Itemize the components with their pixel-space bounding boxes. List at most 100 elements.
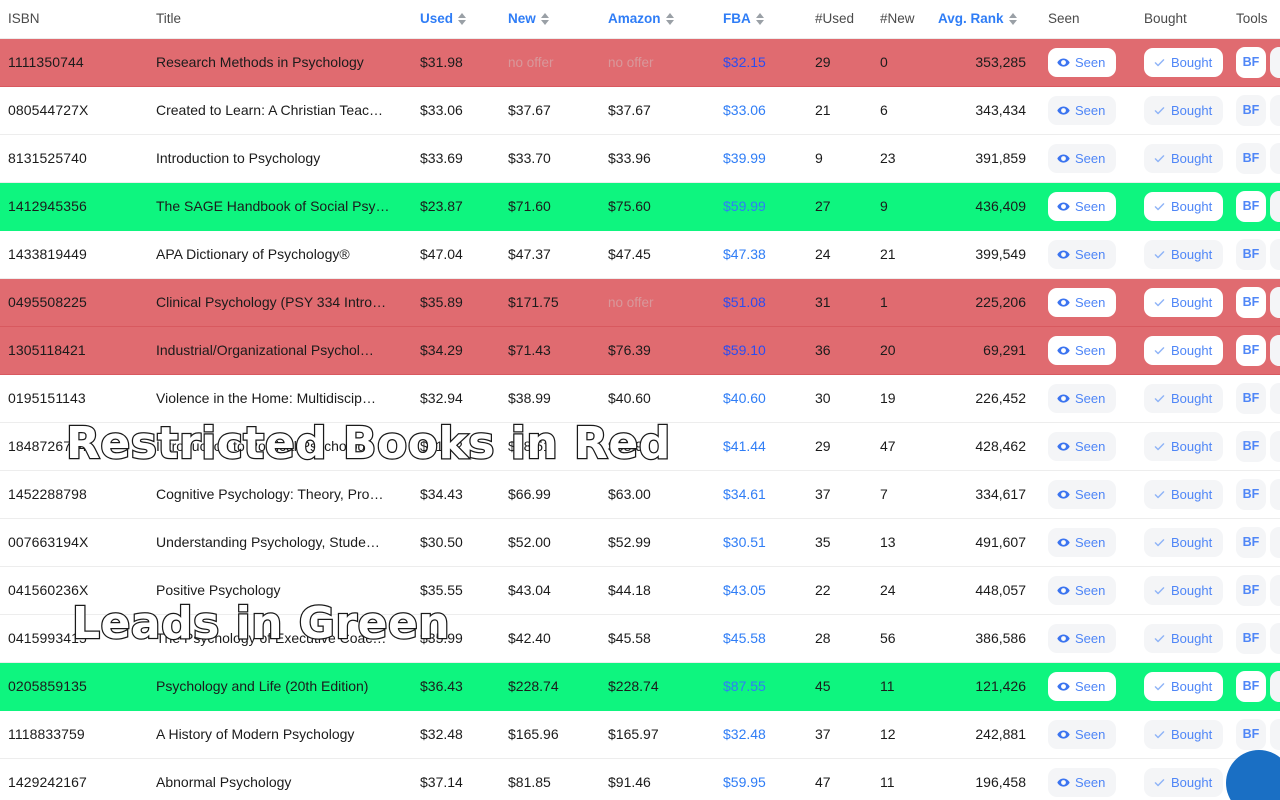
sort-caret-icon[interactable] bbox=[665, 12, 674, 25]
cell-bought[interactable]: Bought bbox=[1144, 470, 1236, 519]
more-tools-button[interactable] bbox=[1270, 526, 1280, 558]
cell-bought[interactable]: Bought bbox=[1144, 710, 1236, 759]
bought-button[interactable]: Bought bbox=[1144, 767, 1224, 797]
cell-tools[interactable]: BF bbox=[1236, 230, 1280, 279]
bought-button[interactable]: Bought bbox=[1144, 623, 1224, 653]
more-tools-button[interactable] bbox=[1270, 286, 1280, 318]
bookfinder-button[interactable]: BF bbox=[1236, 670, 1266, 702]
cell-tools[interactable]: BF bbox=[1236, 422, 1280, 471]
bookfinder-button[interactable]: BF bbox=[1236, 334, 1266, 366]
table-row[interactable]: 0495508225 Clinical Psychology (PSY 334 I… bbox=[0, 278, 1280, 327]
bought-button[interactable]: Bought bbox=[1144, 47, 1224, 77]
bookfinder-button[interactable]: BF bbox=[1236, 94, 1266, 126]
cell-seen[interactable]: Seen bbox=[1048, 566, 1144, 615]
bought-button[interactable]: Bought bbox=[1144, 575, 1224, 605]
bought-button[interactable]: Bought bbox=[1144, 671, 1224, 701]
table-row[interactable]: 1452288798 Cognitive Psychology: Theory, … bbox=[0, 470, 1280, 519]
seen-button[interactable]: Seen bbox=[1048, 671, 1117, 701]
bought-button[interactable]: Bought bbox=[1144, 239, 1224, 269]
bought-button[interactable]: Bought bbox=[1144, 527, 1224, 557]
bought-button[interactable]: Bought bbox=[1144, 431, 1224, 461]
more-tools-button[interactable] bbox=[1270, 46, 1280, 78]
seen-button[interactable]: Seen bbox=[1048, 239, 1117, 269]
table-row[interactable]: 1429242167 Abnormal Psychology $37.14 $81.8… bbox=[0, 758, 1280, 800]
cell-seen[interactable]: Seen bbox=[1048, 470, 1144, 519]
cell-seen[interactable]: Seen bbox=[1048, 278, 1144, 327]
cell-seen[interactable]: Seen bbox=[1048, 374, 1144, 423]
cell-tools[interactable]: BF bbox=[1236, 86, 1280, 135]
cell-seen[interactable]: Seen bbox=[1048, 614, 1144, 663]
cell-tools[interactable]: BF bbox=[1236, 614, 1280, 663]
cell-bought[interactable]: Bought bbox=[1144, 374, 1236, 423]
column-header-amazon[interactable]: Amazon bbox=[608, 0, 723, 39]
table-row[interactable]: 080544727X Created to Learn: A Christian … bbox=[0, 86, 1280, 135]
bookfinder-button[interactable]: BF bbox=[1236, 142, 1266, 174]
cell-seen[interactable]: Seen bbox=[1048, 38, 1144, 87]
seen-button[interactable]: Seen bbox=[1048, 95, 1117, 125]
cell-bought[interactable]: Bought bbox=[1144, 278, 1236, 327]
bookfinder-button[interactable]: BF bbox=[1236, 382, 1266, 414]
bookfinder-button[interactable]: BF bbox=[1236, 46, 1266, 78]
cell-seen[interactable]: Seen bbox=[1048, 518, 1144, 567]
seen-button[interactable]: Seen bbox=[1048, 767, 1117, 797]
seen-button[interactable]: Seen bbox=[1048, 47, 1117, 77]
cell-seen[interactable]: Seen bbox=[1048, 230, 1144, 279]
more-tools-button[interactable] bbox=[1270, 142, 1280, 174]
table-row[interactable]: 1111350744 Research Methods in Psychology… bbox=[0, 38, 1280, 87]
cell-bought[interactable]: Bought bbox=[1144, 134, 1236, 183]
column-header-fba[interactable]: FBA bbox=[723, 0, 815, 39]
cell-seen[interactable]: Seen bbox=[1048, 86, 1144, 135]
cell-seen[interactable]: Seen bbox=[1048, 662, 1144, 711]
more-tools-button[interactable] bbox=[1270, 430, 1280, 462]
more-tools-button[interactable] bbox=[1270, 334, 1280, 366]
more-tools-button[interactable] bbox=[1270, 478, 1280, 510]
more-tools-button[interactable] bbox=[1270, 622, 1280, 654]
table-row[interactable]: 0415993415 The Psychology of Executive Co… bbox=[0, 614, 1280, 663]
seen-button[interactable]: Seen bbox=[1048, 527, 1117, 557]
cell-bought[interactable]: Bought bbox=[1144, 86, 1236, 135]
bookfinder-button[interactable]: BF bbox=[1236, 526, 1266, 558]
bookfinder-button[interactable]: BF bbox=[1236, 430, 1266, 462]
sort-caret-icon[interactable] bbox=[540, 12, 549, 25]
bookfinder-button[interactable]: BF bbox=[1236, 622, 1266, 654]
table-row[interactable]: 1433819449 APA Dictionary of Psychology® $… bbox=[0, 230, 1280, 279]
bought-button[interactable]: Bought bbox=[1144, 143, 1224, 173]
bought-button[interactable]: Bought bbox=[1144, 479, 1224, 509]
seen-button[interactable]: Seen bbox=[1048, 335, 1117, 365]
bought-button[interactable]: Bought bbox=[1144, 95, 1224, 125]
bought-button[interactable]: Bought bbox=[1144, 191, 1224, 221]
cell-bought[interactable]: Bought bbox=[1144, 422, 1236, 471]
column-header-new[interactable]: New bbox=[508, 0, 608, 39]
cell-tools[interactable]: BF bbox=[1236, 182, 1280, 231]
cell-bought[interactable]: Bought bbox=[1144, 758, 1236, 800]
table-row[interactable]: 0205859135 Psychology and Life (20th Edit… bbox=[0, 662, 1280, 711]
cell-tools[interactable]: BF bbox=[1236, 518, 1280, 567]
cell-tools[interactable]: BF bbox=[1236, 470, 1280, 519]
more-tools-button[interactable] bbox=[1270, 190, 1280, 222]
seen-button[interactable]: Seen bbox=[1048, 623, 1117, 653]
cell-seen[interactable]: Seen bbox=[1048, 134, 1144, 183]
cell-tools[interactable]: BF bbox=[1236, 278, 1280, 327]
cell-bought[interactable]: Bought bbox=[1144, 662, 1236, 711]
bookfinder-button[interactable]: BF bbox=[1236, 238, 1266, 270]
cell-bought[interactable]: Bought bbox=[1144, 230, 1236, 279]
table-row[interactable]: 1305118421 Industrial/Organizational Psyc… bbox=[0, 326, 1280, 375]
cell-bought[interactable]: Bought bbox=[1144, 182, 1236, 231]
seen-button[interactable]: Seen bbox=[1048, 383, 1117, 413]
column-header-used[interactable]: Used bbox=[420, 0, 508, 39]
bookfinder-button[interactable]: BF bbox=[1236, 574, 1266, 606]
bought-button[interactable]: Bought bbox=[1144, 287, 1224, 317]
cell-bought[interactable]: Bought bbox=[1144, 326, 1236, 375]
bookfinder-button[interactable]: BF bbox=[1236, 286, 1266, 318]
seen-button[interactable]: Seen bbox=[1048, 575, 1117, 605]
cell-bought[interactable]: Bought bbox=[1144, 518, 1236, 567]
seen-button[interactable]: Seen bbox=[1048, 719, 1117, 749]
cell-seen[interactable]: Seen bbox=[1048, 326, 1144, 375]
seen-button[interactable]: Seen bbox=[1048, 287, 1117, 317]
table-row[interactable]: 8131525740 Introduction to Psychology $33.… bbox=[0, 134, 1280, 183]
cell-tools[interactable]: BF bbox=[1236, 662, 1280, 711]
more-tools-button[interactable] bbox=[1270, 718, 1280, 750]
table-row[interactable]: 007663194X Understanding Psychology, Stud… bbox=[0, 518, 1280, 567]
more-tools-button[interactable] bbox=[1270, 94, 1280, 126]
seen-button[interactable]: Seen bbox=[1048, 479, 1117, 509]
